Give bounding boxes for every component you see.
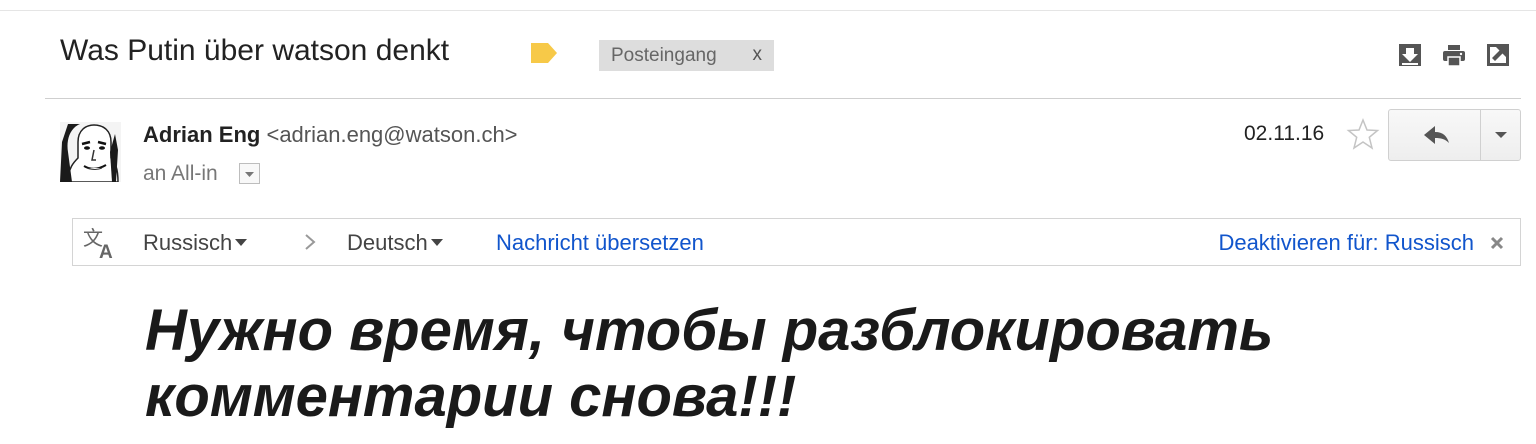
- translate-message-link[interactable]: Nachricht übersetzen: [496, 230, 704, 256]
- label-chip-remove-button[interactable]: x: [753, 44, 763, 66]
- recipient-line: an All-in: [143, 162, 218, 185]
- message-body: Нужно время, чтобы разблокировать коммен…: [145, 298, 1274, 429]
- open-in-new-window-icon[interactable]: [1485, 42, 1511, 68]
- sender-avatar[interactable]: [60, 122, 121, 182]
- target-language-select[interactable]: Deutsch: [347, 230, 443, 256]
- target-language-label: Deutsch: [347, 230, 428, 255]
- email-subject: Was Putin über watson denkt: [60, 34, 450, 67]
- recipient-details-dropdown[interactable]: [239, 163, 260, 184]
- download-icon[interactable]: [1397, 42, 1423, 68]
- chevron-down-icon: [430, 238, 443, 246]
- label-chip-inbox: Posteingang x: [599, 40, 774, 71]
- source-language-select[interactable]: Russisch: [143, 230, 248, 256]
- top-divider: [0, 10, 1536, 11]
- close-icon[interactable]: [1490, 236, 1504, 250]
- label-tag-icon[interactable]: [531, 43, 557, 63]
- message-date: 02.11.16: [1244, 122, 1325, 145]
- label-chip-text: Posteingang: [611, 45, 717, 66]
- chevron-down-icon: [1495, 132, 1507, 138]
- chevron-right-icon: [305, 234, 316, 250]
- star-icon[interactable]: [1346, 117, 1380, 151]
- chevron-down-icon: [235, 238, 248, 246]
- chevron-down-icon: [245, 172, 254, 177]
- reply-icon: [1424, 126, 1449, 144]
- sender-email: <adrian.eng@watson.ch>: [266, 122, 518, 147]
- source-language-label: Russisch: [143, 230, 233, 255]
- svg-text:A: A: [99, 242, 113, 261]
- reply-button[interactable]: [1389, 110, 1480, 160]
- sender-name[interactable]: Adrian Eng: [143, 122, 260, 147]
- more-options-button[interactable]: [1480, 110, 1521, 160]
- translate-icon: 文 A: [83, 226, 113, 261]
- translate-bar: 文 A Russisch Deutsch Nachricht übersetze…: [72, 218, 1521, 266]
- disable-translation-link[interactable]: Deaktivieren für: Russisch: [1218, 230, 1474, 256]
- sender-line: Adrian Eng <adrian.eng@watson.ch>: [143, 122, 518, 148]
- header-divider: [45, 98, 1521, 99]
- print-icon[interactable]: [1441, 42, 1467, 68]
- reply-button-group: [1388, 109, 1521, 161]
